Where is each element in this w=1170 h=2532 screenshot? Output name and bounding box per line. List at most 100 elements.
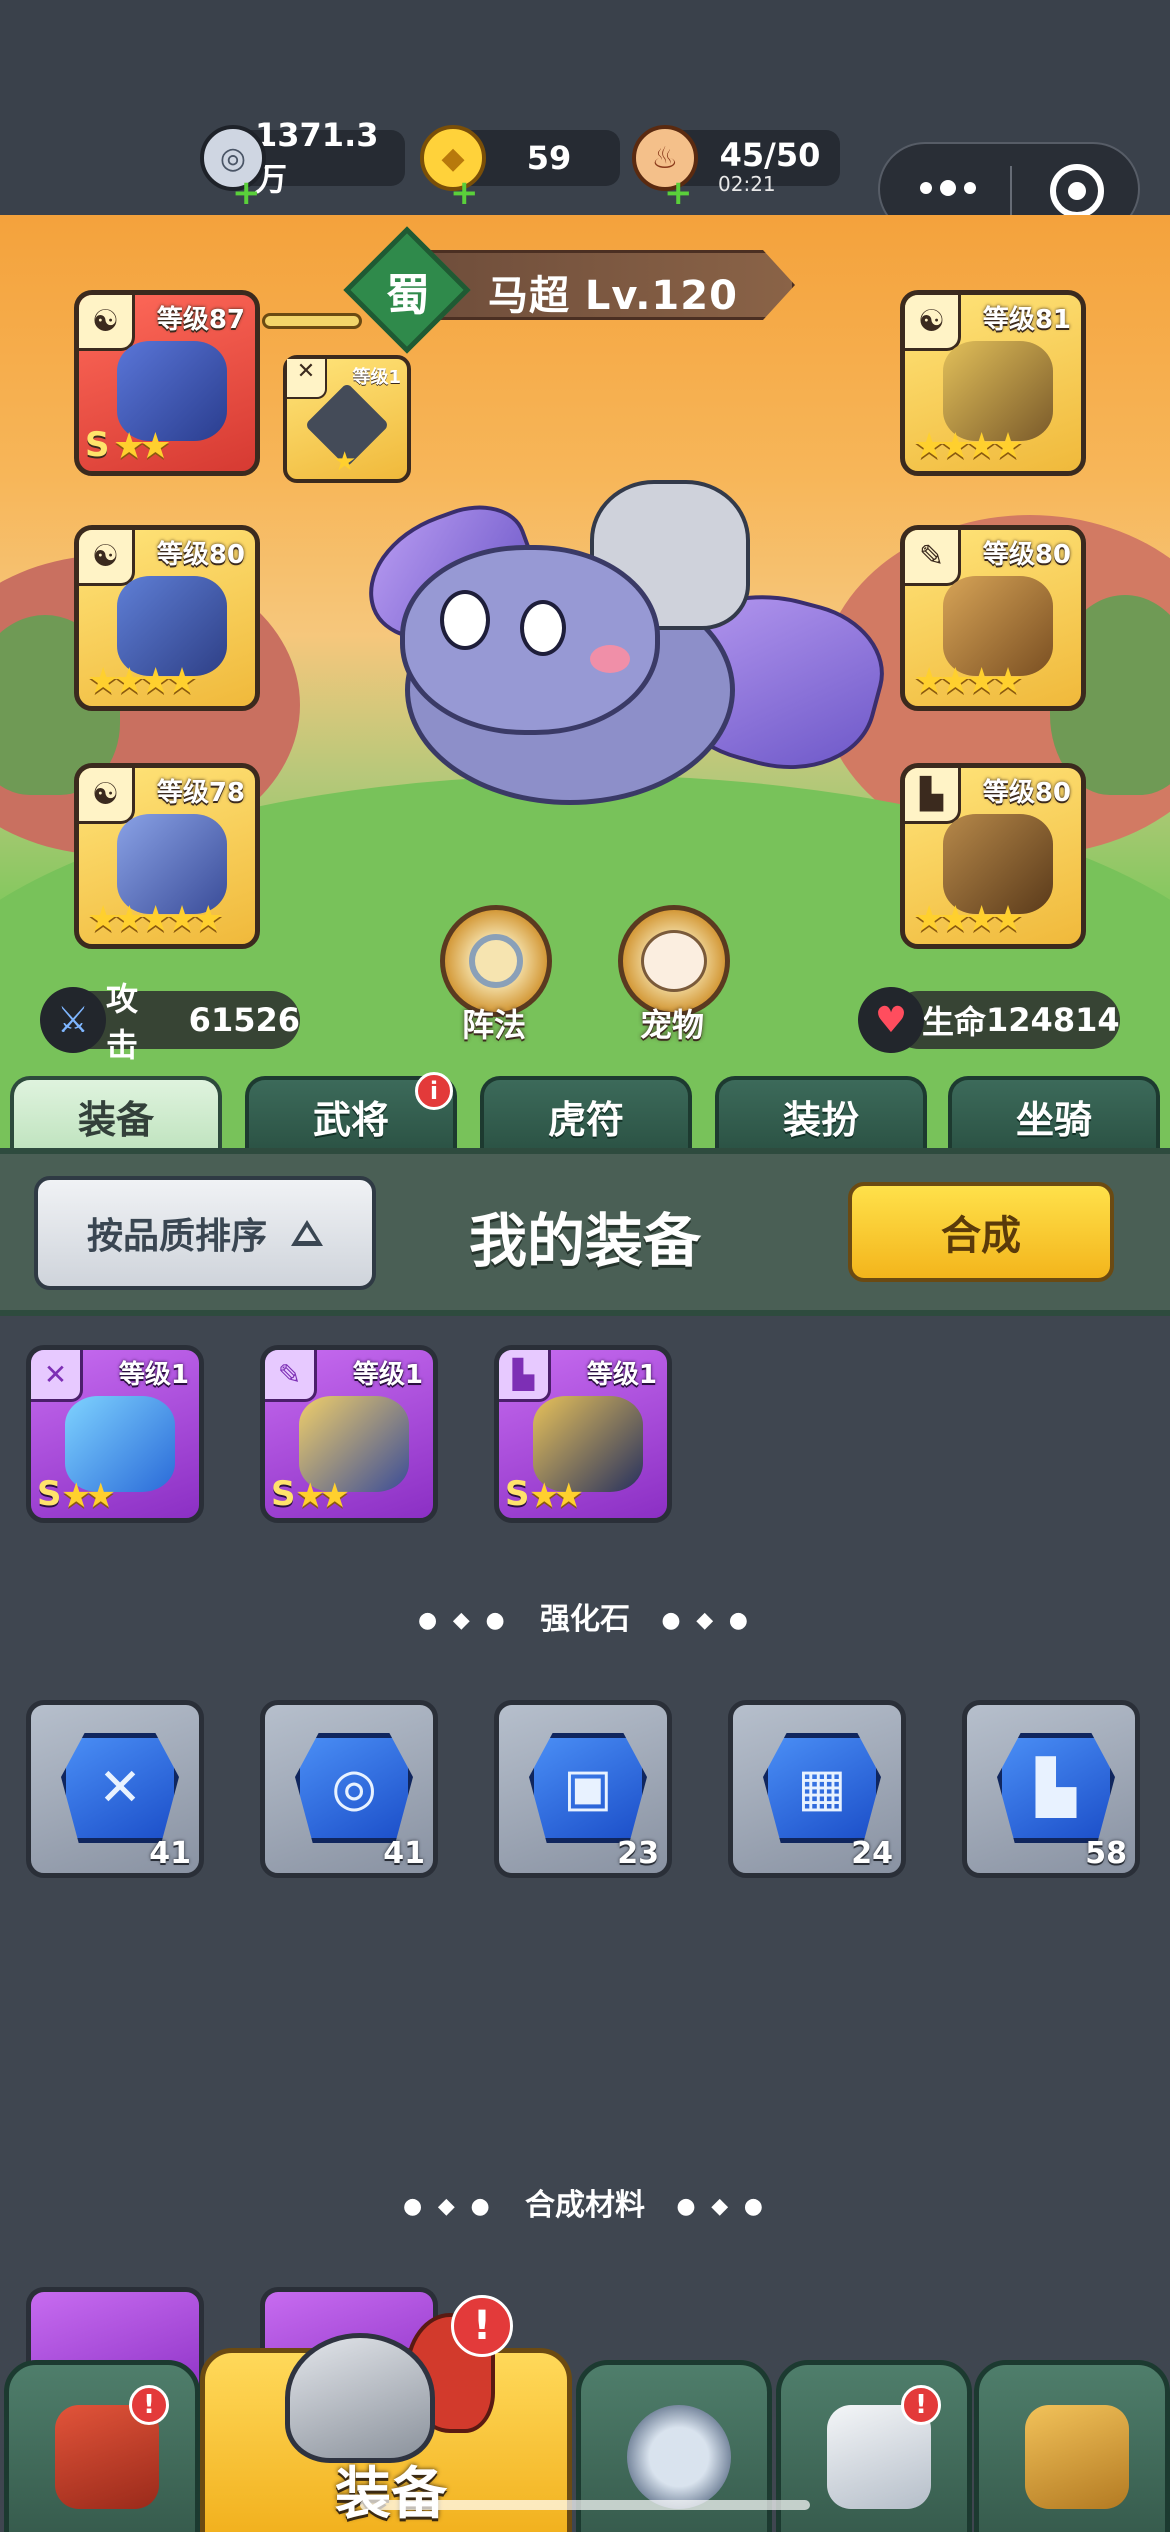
boots-right-level: 等级80 xyxy=(982,778,1071,808)
boots-right-stars: ★★★★ xyxy=(913,899,1024,940)
item-level: 等级1 xyxy=(352,1360,423,1390)
pet-eye xyxy=(520,600,566,656)
materials-section-title: 合成材料 xyxy=(525,2188,645,2223)
silver-add-icon[interactable]: + xyxy=(232,176,261,210)
stone-count: 58 xyxy=(1085,1836,1127,1871)
stamina-add-icon[interactable]: + xyxy=(664,176,693,210)
fist-upgrade-icon xyxy=(1025,2405,1129,2509)
accessory-star: ★ xyxy=(333,447,357,477)
enhance-stone[interactable]: ▦ 24 xyxy=(728,1700,906,1878)
materials-divider: ● ◆ ● 合成材料 ● ◆ ● xyxy=(403,2188,767,2223)
scroll-icon: ✎ xyxy=(265,1350,317,1402)
hp-stat: 生命 124814 xyxy=(890,991,1120,1049)
close-miniprogram-icon[interactable] xyxy=(1050,164,1104,218)
pet-eye xyxy=(440,590,490,650)
stone-count: 41 xyxy=(149,1836,191,1871)
combine-label: 合成 xyxy=(941,1213,1021,1259)
helmet-icon xyxy=(285,2333,435,2463)
tab-equipment[interactable]: 装备 xyxy=(10,1076,222,1152)
stone-count: 41 xyxy=(383,1836,425,1871)
boots-slot-right[interactable]: ▙ 等级80 ★★★★ xyxy=(900,763,1086,949)
accessory-level: 等级1 xyxy=(352,367,401,388)
heart-icon: ♥ xyxy=(858,987,924,1053)
tab-bar: 装备 武将 i 虎符 装扮 坐骑 xyxy=(0,1070,1170,1152)
cat-icon xyxy=(641,930,707,992)
item-stars: ★★ xyxy=(529,1476,584,1516)
sword-icon: ✕ xyxy=(61,1733,179,1843)
yinyang-icon: ☯ xyxy=(905,295,961,351)
tab-tiger-tally-label: 虎符 xyxy=(547,1097,624,1142)
helmet-left-stars: ★★★★★ xyxy=(87,899,224,940)
helmet-left-level: 等级78 xyxy=(156,778,245,808)
nav-home[interactable]: ! xyxy=(4,2360,200,2532)
enhance-stone[interactable]: ✕ 41 xyxy=(26,1700,204,1878)
tab-mount[interactable]: 坐骑 xyxy=(948,1076,1160,1152)
gold-add-icon[interactable]: + xyxy=(450,176,479,210)
tab-generals[interactable]: 武将 i xyxy=(245,1072,457,1152)
stamina-value: 45/50 xyxy=(719,136,821,174)
weapon-slot[interactable]: ☯ 等级87 S ★★ xyxy=(74,290,260,476)
belt-right-level: 等级80 xyxy=(982,540,1071,570)
stone-count: 24 xyxy=(851,1836,893,1871)
panel-title: 我的装备 xyxy=(468,1207,701,1275)
item-rank: S xyxy=(37,1474,62,1514)
armor-right-level: 等级81 xyxy=(982,305,1071,335)
equipment-item[interactable]: ✕ 等级1 S ★★ xyxy=(26,1345,204,1523)
pet-cheek xyxy=(590,645,630,673)
alert-badge-icon: ! xyxy=(901,2385,941,2425)
gold-value: 59 xyxy=(526,139,572,177)
item-rank: S xyxy=(271,1474,296,1514)
weapon-level: 等级87 xyxy=(156,305,245,335)
equipment-item[interactable]: ✎ 等级1 S ★★ xyxy=(260,1345,438,1523)
enhance-stone[interactable]: ▣ 23 xyxy=(494,1700,672,1878)
kingdom-label: 蜀 xyxy=(386,270,430,321)
nav-equipment-label: 装备 xyxy=(335,2462,447,2527)
shield-icon xyxy=(469,934,523,988)
yinyang-icon: ☯ xyxy=(79,768,135,824)
tab-costume[interactable]: 装扮 xyxy=(715,1076,927,1152)
accessory-slot[interactable]: ✕ 等级1 ★ xyxy=(283,355,411,483)
sword-icon: ⚔ xyxy=(40,987,106,1053)
armor-left-stars: ★★★★ xyxy=(87,661,198,702)
boot-icon: ▙ xyxy=(499,1350,551,1402)
triangle-up-icon xyxy=(291,1220,323,1246)
hero-scene: 马超 Lv.120 蜀 ☯ 等级87 S ★★ ✕ 等级1 ★ ☯ 等级80 ★… xyxy=(0,215,1170,1150)
combine-button[interactable]: 合成 xyxy=(848,1182,1114,1282)
armor-slot-right[interactable]: ☯ 等级81 ★★★★ xyxy=(900,290,1086,476)
stones-divider: ● ◆ ● 强化石 ● ◆ ● xyxy=(418,1602,752,1637)
armor-left-level: 等级80 xyxy=(156,540,245,570)
belt-right-stars: ★★★★ xyxy=(913,661,1024,702)
item-rank: S xyxy=(505,1474,530,1514)
tab-equipment-label: 装备 xyxy=(77,1097,154,1142)
armor-slot-left[interactable]: ☯ 等级80 ★★★★ xyxy=(74,525,260,711)
yinyang-icon: ☯ xyxy=(79,530,135,586)
enhance-stone[interactable]: ▙ 58 xyxy=(962,1700,1140,1878)
sort-by-quality-button[interactable]: 按品质排序 xyxy=(34,1176,376,1290)
tab-tiger-tally[interactable]: 虎符 xyxy=(480,1076,692,1152)
tab-mount-label: 坐骑 xyxy=(1015,1097,1092,1142)
item-stars: ★★ xyxy=(295,1476,350,1516)
belt-slot-right[interactable]: ✎ 等级80 ★★★★ xyxy=(900,525,1086,711)
weapon-rank: S xyxy=(85,425,110,465)
hp-value: 124814 xyxy=(986,1001,1120,1039)
equipment-item[interactable]: ▙ 等级1 S ★★ xyxy=(494,1345,672,1523)
helmet-icon: ▣ xyxy=(529,1733,647,1843)
stones-section-title: 强化石 xyxy=(540,1602,630,1637)
more-menu-icon[interactable] xyxy=(920,180,976,196)
home-indicator xyxy=(360,2500,810,2510)
stone-count: 23 xyxy=(617,1836,659,1871)
item-level: 等级1 xyxy=(118,1360,189,1390)
armor-icon: ▦ xyxy=(763,1733,881,1843)
weapon-stars: ★★ xyxy=(113,426,171,467)
pet-label: 宠物 xyxy=(640,1006,705,1044)
helmet-slot-left[interactable]: ☯ 等级78 ★★★★★ xyxy=(74,763,260,949)
nav-upgrade[interactable] xyxy=(974,2360,1170,2532)
attack-value: 61526 xyxy=(188,1001,300,1039)
formation-label: 阵法 xyxy=(462,1006,527,1044)
sort-label: 按品质排序 xyxy=(86,1216,267,1257)
scroll-icon: ✎ xyxy=(905,530,961,586)
enhance-stone[interactable]: ◎ 41 xyxy=(260,1700,438,1878)
chain-link xyxy=(262,313,362,329)
armor-right-stars: ★★★★ xyxy=(913,426,1024,467)
alert-badge-icon: ! xyxy=(451,2295,513,2357)
